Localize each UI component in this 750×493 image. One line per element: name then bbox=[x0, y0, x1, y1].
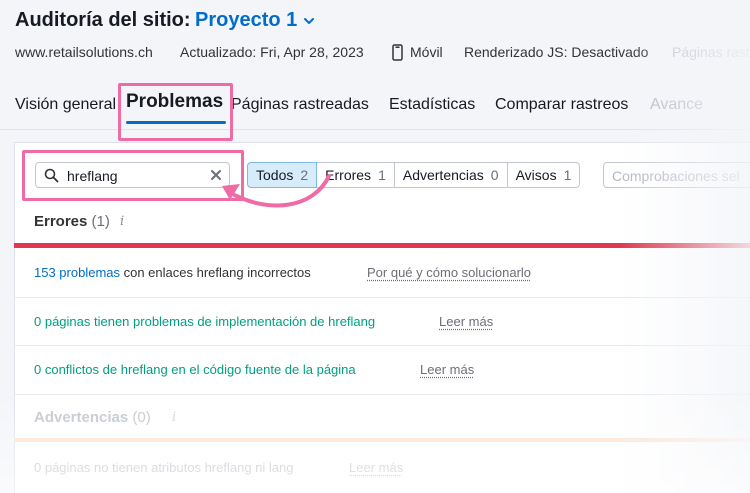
issue-description: con enlaces hreflang incorrectos bbox=[120, 265, 311, 280]
issue-row-implementation: 0 páginas tienen problemas de implementa… bbox=[34, 314, 376, 329]
warnings-section-title: Advertencias (0) bbox=[34, 409, 151, 426]
errors-count: (1) bbox=[91, 213, 110, 230]
project-selector[interactable]: Proyecto 1 bbox=[195, 9, 315, 32]
info-icon[interactable]: i bbox=[120, 214, 124, 229]
warnings-color-bar bbox=[14, 438, 750, 442]
js-rendering-status: Renderizado JS: Desactivado bbox=[464, 44, 649, 60]
tabs-divider bbox=[0, 129, 750, 130]
warnings-count: (0) bbox=[132, 409, 151, 426]
row-divider bbox=[14, 394, 750, 395]
filter-warnings-label: Advertencias bbox=[402, 167, 484, 183]
chevron-down-icon bbox=[304, 17, 315, 24]
row-divider bbox=[14, 297, 750, 298]
filter-warnings-count: 0 bbox=[490, 167, 499, 183]
issue-row-incorrect-hreflang: 153 problemas con enlaces hreflang incor… bbox=[34, 265, 311, 280]
last-updated: Actualizado: Fri, Apr 28, 2023 bbox=[180, 44, 364, 60]
filter-notices-label: Avisos bbox=[515, 167, 557, 183]
read-more-link[interactable]: Leer más bbox=[439, 314, 493, 329]
filter-notices-count: 1 bbox=[563, 167, 572, 183]
site-domain: www.retailsolutions.ch bbox=[15, 44, 153, 60]
filter-errors-count: 1 bbox=[378, 167, 386, 183]
tab-overview[interactable]: Visión general bbox=[15, 96, 116, 114]
tab-compare-crawls[interactable]: Comparar rastreos bbox=[495, 96, 628, 114]
search-highlight-box bbox=[22, 150, 244, 201]
read-more-link[interactable]: Leer más bbox=[420, 362, 474, 377]
curved-arrow-icon bbox=[222, 174, 331, 208]
issue-count-link[interactable]: 153 problemas bbox=[34, 265, 120, 280]
filter-notices[interactable]: Avisos 1 bbox=[506, 162, 581, 188]
errors-color-bar bbox=[14, 243, 750, 248]
info-icon[interactable]: i bbox=[172, 410, 176, 425]
project-name: Proyecto 1 bbox=[195, 9, 298, 31]
errors-section-title: Errores (1) bbox=[34, 213, 110, 230]
tab-progress[interactable]: Avance bbox=[650, 96, 703, 114]
warnings-title: Advertencias bbox=[34, 409, 129, 426]
device-label: Móvil bbox=[410, 44, 443, 60]
phone-icon bbox=[392, 44, 403, 61]
checks-dropdown[interactable]: Comprobaciones sel bbox=[603, 162, 750, 188]
tab-highlight-box bbox=[118, 83, 233, 141]
pages-crawled-label: Páginas rast bbox=[672, 44, 750, 60]
errors-title: Errores bbox=[34, 213, 88, 230]
filter-warnings[interactable]: Advertencias 0 bbox=[393, 162, 508, 188]
tab-statistics[interactable]: Estadísticas bbox=[389, 96, 475, 114]
tab-crawled-pages[interactable]: Páginas rastreadas bbox=[231, 96, 369, 114]
issue-row-source-conflicts: 0 conflictos de hreflang en el código fu… bbox=[34, 362, 356, 377]
page-header: Auditoría del sitio: Proyecto 1 www.reta… bbox=[0, 0, 750, 140]
page-title: Auditoría del sitio: bbox=[15, 9, 191, 31]
read-more-link[interactable]: Leer más bbox=[349, 460, 403, 475]
row-divider bbox=[14, 345, 750, 346]
issue-row-missing-lang: 0 páginas no tienen atributos hreflang n… bbox=[34, 460, 294, 475]
why-and-how-to-fix-link[interactable]: Por qué y cómo solucionarlo bbox=[367, 265, 531, 280]
